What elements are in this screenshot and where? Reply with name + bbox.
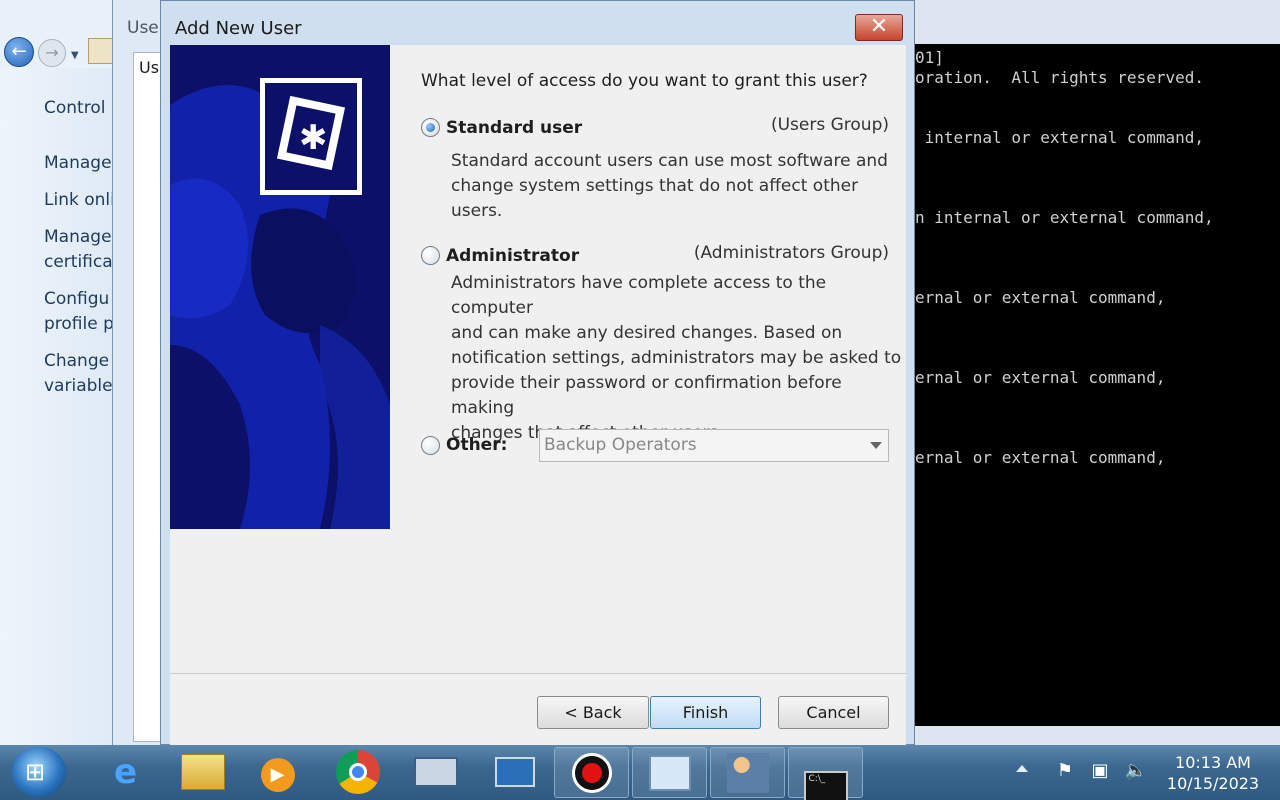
chevron-down-icon	[870, 442, 882, 449]
console-line: ernal or external command,	[915, 288, 1166, 307]
description-line: and can make any desired changes. Based …	[451, 323, 843, 343]
command-prompt-icon[interactable]: C:\_	[788, 747, 863, 800]
administrators-group-label: (Administrators Group)	[693, 243, 889, 263]
cancel-button[interactable]: Cancel	[778, 696, 889, 729]
history-dropdown-icon[interactable]: ▼	[71, 50, 79, 61]
console-line: 01]	[915, 48, 944, 67]
description-line: notification settings, administrators ma…	[451, 348, 902, 368]
system-clock[interactable]: 10:13 AM 10/15/2023	[1158, 752, 1268, 794]
select-value: Backup Operators	[544, 435, 697, 455]
sidebar-link-configure[interactable]: Configu	[44, 287, 115, 312]
add-new-user-dialog: Add New User ✕ ✱ What level of access do…	[160, 0, 915, 746]
administrator-description: Administrators have complete access to t…	[451, 271, 906, 446]
users-group-label: (Users Group)	[770, 115, 889, 135]
close-button[interactable]: ✕	[855, 14, 903, 41]
user-accounts-window: User Use	[112, 0, 169, 745]
administrator-label[interactable]: Administrator	[446, 246, 579, 266]
dialog-title: Add New User	[175, 18, 302, 39]
sidebar-link-control[interactable]: Control	[44, 96, 115, 121]
users-icon[interactable]	[710, 747, 785, 798]
back-arrow-icon[interactable]: ←	[4, 37, 34, 67]
other-group-select[interactable]: Backup Operators	[539, 429, 889, 462]
taskbar: ⊞ e ▶ C:\_ ⚑ ▣ 🔈 10:13 AM 10/15/2023	[0, 745, 1280, 800]
clock-time: 10:13 AM	[1175, 753, 1251, 772]
navigation-bar: ← → ▼	[0, 0, 115, 68]
description-line: Administrators have complete access to t…	[451, 273, 827, 318]
standard-user-radio[interactable]	[421, 118, 440, 137]
forward-arrow-icon[interactable]: →	[38, 39, 66, 67]
action-center-flag-icon[interactable]: ⚑	[1053, 760, 1077, 784]
other-label[interactable]: Other:	[446, 435, 507, 455]
internet-explorer-icon[interactable]: e	[88, 747, 163, 798]
administrator-radio[interactable]	[421, 246, 440, 265]
console-line: oration. All rights reserved.	[915, 68, 1204, 87]
volume-muted-icon[interactable]: 🔈	[1124, 760, 1148, 784]
users-tab[interactable]: Use	[133, 52, 169, 742]
standard-user-label[interactable]: Standard user	[446, 118, 582, 138]
wizard-banner-image: ✱	[170, 45, 390, 529]
users-folder-icon	[88, 38, 114, 64]
back-button[interactable]: < Back	[537, 696, 649, 729]
console-line: ernal or external command,	[915, 448, 1166, 467]
command-prompt-console[interactable]: 01] oration. All rights reserved. intern…	[905, 44, 1280, 726]
network-status-icon[interactable]: ▣	[1088, 760, 1112, 784]
button-separator	[170, 673, 906, 674]
chrome-icon[interactable]	[320, 747, 395, 798]
finish-button[interactable]: Finish	[650, 696, 761, 729]
sidebar-link-variables[interactable]: variables	[44, 374, 115, 399]
media-player-icon[interactable]: ▶	[240, 747, 315, 798]
console-frame-bottom	[905, 726, 1280, 745]
control-panel-window: ← → ▼ Control Manage Link onli Manage ce…	[0, 0, 115, 745]
file-explorer-icon[interactable]	[165, 747, 240, 798]
clock-date: 10/15/2023	[1166, 774, 1260, 793]
key-card-icon: ✱	[260, 78, 362, 195]
windows-logo-icon: ⊞	[25, 758, 46, 786]
sidebar-link-profile[interactable]: profile p	[44, 312, 115, 337]
sidebar-link-manage[interactable]: Manage	[44, 151, 115, 176]
sidebar-link-certificates[interactable]: certificat	[44, 250, 115, 275]
network-icon[interactable]	[632, 747, 707, 798]
console-line: internal or external command,	[915, 128, 1204, 147]
console-line: ernal or external command,	[915, 368, 1166, 387]
console-frame	[905, 0, 1280, 44]
standard-user-description: Standard account users can use most soft…	[451, 149, 906, 224]
sidebar-link-manage-cert[interactable]: Manage	[44, 225, 115, 250]
keyboard-icon[interactable]	[398, 747, 473, 798]
svg-text:✱: ✱	[299, 118, 328, 158]
dialog-body: ✱ What level of access do you want to gr…	[170, 45, 906, 746]
sidebar-link-change[interactable]: Change	[44, 349, 115, 374]
other-radio[interactable]	[421, 436, 440, 455]
console-line: n internal or external command,	[915, 208, 1214, 227]
show-hidden-icons-icon[interactable]	[1016, 765, 1028, 772]
sidebar-link-online[interactable]: Link onli	[44, 188, 115, 213]
start-button[interactable]: ⊞	[12, 747, 66, 797]
description-line: Standard account users can use most soft…	[451, 151, 888, 171]
record-icon[interactable]	[554, 747, 629, 798]
description-line: provide their password or confirmation b…	[451, 373, 842, 418]
control-panel-sidebar: Control Manage Link onli Manage certific…	[0, 68, 115, 745]
description-line: change system settings that do not affec…	[451, 176, 859, 221]
computer-management-icon[interactable]	[477, 747, 552, 798]
access-question: What level of access do you want to gran…	[421, 71, 868, 91]
